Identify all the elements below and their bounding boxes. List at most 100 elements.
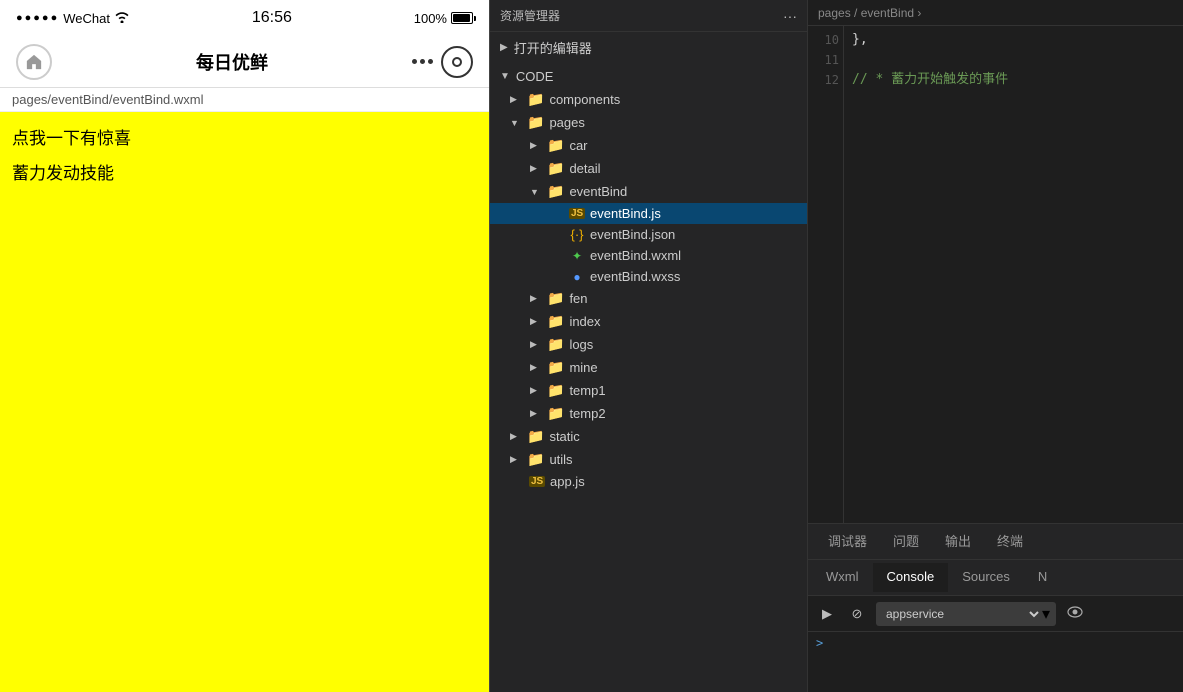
explorer-header-icons[interactable]: ···	[783, 8, 797, 24]
open-editors-label: 打开的编辑器	[514, 38, 592, 57]
folder-icon-temp2: 📁	[547, 405, 564, 422]
detail-label: detail	[569, 161, 600, 176]
detail-arrow: ▶	[530, 163, 542, 174]
components-arrow: ▶	[510, 94, 522, 105]
more-button[interactable]	[412, 59, 433, 64]
static-arrow: ▶	[510, 431, 522, 442]
folder-icon-fen: 📁	[547, 290, 564, 307]
console-area: >	[808, 632, 1183, 692]
car-arrow: ▶	[530, 140, 542, 151]
open-editors-section: ▶ 打开的编辑器	[490, 32, 807, 63]
folder-icon-detail: 📁	[547, 160, 564, 177]
tree-item-car[interactable]: ▶ 📁 car	[490, 134, 807, 157]
app-js-label: app.js	[550, 474, 585, 489]
pages-arrow: ▼	[510, 118, 522, 128]
folder-icon-static: 📁	[527, 428, 544, 445]
eye-button[interactable]	[1064, 603, 1086, 625]
mobile-panel: ●●●●● WeChat 16:56 100% 每日优鲜 pag	[0, 0, 490, 692]
line-num-11: 11	[816, 50, 839, 70]
panel-tab-wxml[interactable]: Wxml	[812, 563, 873, 592]
stop-button[interactable]: ⊘	[846, 603, 868, 625]
tree-item-utils[interactable]: ▶ 📁 utils	[490, 448, 807, 471]
eventbind-arrow: ▼	[530, 187, 542, 197]
context-select-wrapper[interactable]: appservice ▾	[876, 602, 1056, 626]
tree-item-components[interactable]: ▶ 📁 components	[490, 88, 807, 111]
folder-icon-temp1: 📁	[547, 382, 564, 399]
app-js-file-icon: JS	[529, 476, 545, 487]
breadcrumb-path: pages / eventBind ›	[818, 6, 921, 20]
folder-icon-components: 📁	[527, 91, 544, 108]
code-line-10: },	[852, 30, 1175, 50]
tree-item-detail[interactable]: ▶ 📁 detail	[490, 157, 807, 180]
temp1-arrow: ▶	[530, 385, 542, 396]
tree-item-temp2[interactable]: ▶ 📁 temp2	[490, 402, 807, 425]
code-section: ▼ CODE ▶ 📁 components ▼ 📁 pages ▶ 📁 car	[490, 63, 807, 494]
tree-item-fen[interactable]: ▶ 📁 fen	[490, 287, 807, 310]
components-label: components	[549, 92, 620, 107]
tree-item-eventbind-js[interactable]: JS eventBind.js	[490, 203, 807, 224]
mine-arrow: ▶	[530, 362, 542, 373]
tree-item-eventbind-json[interactable]: {·} eventBind.json	[490, 224, 807, 245]
json-file-icon: {·}	[569, 227, 585, 242]
run-button[interactable]: ▶	[816, 603, 838, 625]
chevron-down-icon: ▾	[1042, 604, 1050, 624]
tree-item-mine[interactable]: ▶ 📁 mine	[490, 356, 807, 379]
code-area: 10 11 12 }, // * 蓄力开始触发的事件	[808, 26, 1183, 523]
eye-icon	[1067, 606, 1083, 621]
tree-item-pages[interactable]: ▼ 📁 pages	[490, 111, 807, 134]
battery-icon	[451, 12, 473, 24]
tab-debugger[interactable]: 调试器	[816, 527, 879, 556]
panel-tab-sources[interactable]: Sources	[948, 563, 1024, 592]
folder-icon-utils: 📁	[527, 451, 544, 468]
signal-dots: ●●●●●	[16, 12, 59, 24]
eventbind-wxss-label: eventBind.wxss	[590, 269, 680, 284]
stop-icon: ⊘	[852, 606, 863, 622]
wxml-file-icon: ✦	[569, 249, 585, 263]
record-button[interactable]	[441, 46, 473, 78]
code-section-header[interactable]: ▼ CODE	[490, 65, 807, 88]
folder-icon-pages: 📁	[527, 114, 544, 131]
context-select[interactable]: appservice	[882, 606, 1042, 622]
open-editors-arrow: ▶	[500, 42, 508, 53]
explorer-header: 资源管理器 ···	[490, 0, 807, 32]
panel-tab-network[interactable]: N	[1024, 563, 1061, 592]
home-button[interactable]	[16, 44, 52, 80]
code-content: }, // * 蓄力开始触发的事件	[844, 26, 1183, 523]
tree-item-index[interactable]: ▶ 📁 index	[490, 310, 807, 333]
folder-icon-eventbind: 📁	[547, 183, 564, 200]
index-arrow: ▶	[530, 316, 542, 327]
tab-output[interactable]: 输出	[933, 527, 983, 556]
tree-item-eventbind-wxml[interactable]: ✦ eventBind.wxml	[490, 245, 807, 266]
tab-terminal[interactable]: 终端	[985, 527, 1035, 556]
line-num-12: 12	[816, 70, 839, 90]
code-line-12: // * 蓄力开始触发的事件	[852, 70, 1175, 90]
more-icon[interactable]: ···	[783, 8, 797, 24]
panel-tabs: Wxml Console Sources N	[808, 560, 1183, 596]
code-arrow: ▼	[500, 71, 510, 82]
static-label: static	[549, 429, 579, 444]
mobile-status-bar: ●●●●● WeChat 16:56 100%	[0, 0, 489, 36]
mine-label: mine	[569, 360, 597, 375]
tree-item-static[interactable]: ▶ 📁 static	[490, 425, 807, 448]
fen-arrow: ▶	[530, 293, 542, 304]
content-line1: 点我一下有惊喜	[12, 124, 477, 149]
status-right: 100%	[414, 11, 473, 26]
tree-item-temp1[interactable]: ▶ 📁 temp1	[490, 379, 807, 402]
panel-tab-console[interactable]: Console	[873, 563, 949, 592]
debug-tabs: 调试器 问题 输出 终端	[808, 524, 1183, 560]
logs-label: logs	[569, 337, 593, 352]
tree-item-app-js[interactable]: JS app.js	[490, 471, 807, 492]
folder-icon-car: 📁	[547, 137, 564, 154]
wxss-file-icon: ●	[569, 270, 585, 284]
tab-issues[interactable]: 问题	[881, 527, 931, 556]
tree-item-logs[interactable]: ▶ 📁 logs	[490, 333, 807, 356]
eventbind-label: eventBind	[569, 184, 627, 199]
debug-panel: pages / eventBind › 10 11 12 }, // * 蓄力开…	[808, 0, 1183, 692]
js-file-icon: JS	[569, 208, 585, 219]
tree-item-eventbind[interactable]: ▼ 📁 eventBind	[490, 180, 807, 203]
folder-icon-mine: 📁	[547, 359, 564, 376]
mobile-content: 点我一下有惊喜 蓄力发动技能	[0, 112, 489, 692]
tree-item-eventbind-wxss[interactable]: ● eventBind.wxss	[490, 266, 807, 287]
console-prompt: >	[816, 636, 823, 650]
open-editors-header[interactable]: ▶ 打开的编辑器	[490, 34, 807, 61]
